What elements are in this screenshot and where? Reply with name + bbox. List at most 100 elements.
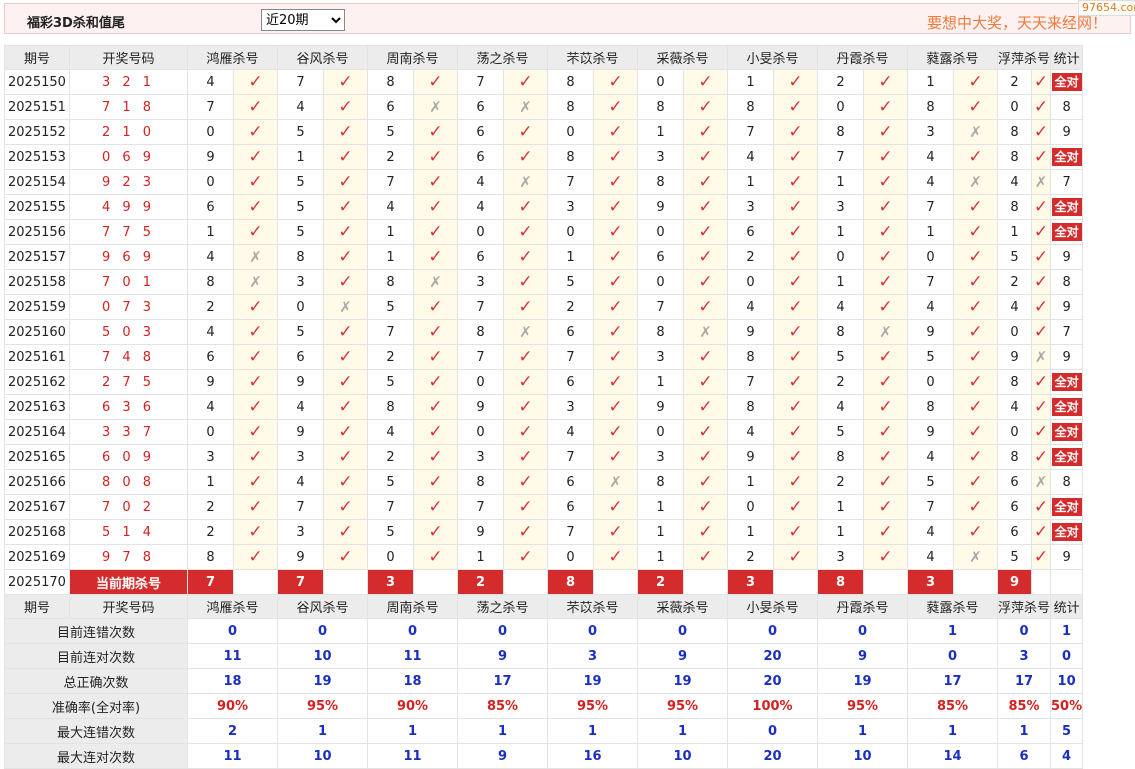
result-cell: ✓ xyxy=(683,419,728,445)
kill-number-cell: 9 xyxy=(907,419,954,445)
result-cell: ✓ xyxy=(683,269,728,295)
kill-number-cell: 9 xyxy=(637,194,684,220)
kill-number-cell: 7 xyxy=(547,344,594,370)
all-correct-badge: 全对 xyxy=(1051,398,1082,416)
period-range-select[interactable]: 近20期 xyxy=(261,9,345,31)
result-cell: ✓ xyxy=(953,219,998,245)
check-icon: ✓ xyxy=(968,397,983,417)
stats-value: 95% xyxy=(277,693,368,719)
kill-number-cell: 7 xyxy=(727,119,774,145)
kill-number-cell: 8 xyxy=(187,269,234,295)
result-cell: ✓ xyxy=(953,319,998,345)
check-icon: ✓ xyxy=(608,397,623,417)
kill-number-cell: 9 xyxy=(997,344,1032,370)
result-cell: ✓ xyxy=(1030,519,1052,545)
result-cell: ✓ xyxy=(503,419,548,445)
draw-number-cell: 7 4 8 xyxy=(69,344,188,370)
stats-value: 16 xyxy=(547,743,638,769)
kill-number-cell: 4 xyxy=(817,394,864,420)
table-header-row: 期号 开奖号码 鸿雁杀号 谷风杀号 周南杀号 荡之杀号 芣苡杀号 采薇杀号 小旻杀号 丹霞杀号 蕤露… xyxy=(4,594,1084,619)
kill-number-cell: 0 xyxy=(907,369,954,395)
check-icon: ✓ xyxy=(788,97,803,117)
check-icon: ✓ xyxy=(968,422,983,442)
check-icon: ✓ xyxy=(338,497,353,517)
kill-number-cell: 2 xyxy=(367,344,414,370)
stats-value: 0 xyxy=(907,643,998,669)
result-cell: ✓ xyxy=(593,69,638,95)
kill-number-cell: 7 xyxy=(277,69,324,95)
stats-value: 1 xyxy=(277,718,368,744)
result-cell: ✓ xyxy=(683,494,728,520)
stats-value: 9 xyxy=(637,643,728,669)
stats-total: 0 xyxy=(1050,643,1084,669)
cross-icon: ✗ xyxy=(969,123,982,141)
draw-number-cell: 7 7 5 xyxy=(69,219,188,245)
draw-number-cell: 3 3 7 xyxy=(69,419,188,445)
draw-number-cell: 7 0 1 xyxy=(69,269,188,295)
kill-number-cell: 9 xyxy=(187,369,234,395)
table-row: 2025167 7 0 2 2 ✓ 7 ✓ 7 ✓ 7 ✓ 6 ✓ 1 ✓ 0 ✓ 1 ✓ 7 ✓ 6 ✓ 全对 xyxy=(4,494,1084,520)
all-correct-badge: 全对 xyxy=(1051,223,1082,241)
draw-number-cell: 9 6 9 xyxy=(69,244,188,270)
check-icon: ✓ xyxy=(518,347,533,367)
draw-number-cell: 0 6 9 xyxy=(69,144,188,170)
check-icon: ✓ xyxy=(1033,547,1049,567)
current-kill-number: 3 xyxy=(907,569,954,595)
result-cell: ✓ xyxy=(683,294,728,320)
check-icon: ✓ xyxy=(428,522,443,542)
check-icon: ✓ xyxy=(428,172,443,192)
check-icon: ✓ xyxy=(428,72,443,92)
result-cell: ✓ xyxy=(863,519,908,545)
kill-number-cell: 1 xyxy=(277,144,324,170)
result-cell: ✓ xyxy=(773,419,818,445)
result-cell: ✓ xyxy=(683,169,728,195)
kill-number-cell: 4 xyxy=(547,419,594,445)
kill-number-cell: 2 xyxy=(997,69,1032,95)
result-cell: ✓ xyxy=(863,444,908,470)
result-cell: ✓ xyxy=(1030,194,1052,220)
period-cell: 2025162 xyxy=(4,369,70,395)
kill-number-cell: 1 xyxy=(817,169,864,195)
kill-number-cell: 8 xyxy=(997,369,1032,395)
check-icon: ✓ xyxy=(428,297,443,317)
cross-icon: ✗ xyxy=(1034,348,1048,366)
check-icon: ✓ xyxy=(698,422,713,442)
col-header-expert: 蕤露杀号 xyxy=(907,594,998,619)
kill-number-cell: 7 xyxy=(277,494,324,520)
stats-row: 目前连对次数 11 10 11 9 3 9 20 9 0 3 0 xyxy=(4,643,1084,669)
result-cell: ✓ xyxy=(683,519,728,545)
check-icon: ✓ xyxy=(428,547,443,567)
result-cell: ✓ xyxy=(323,494,368,520)
kill-number-cell: 9 xyxy=(277,419,324,445)
all-correct-badge: 全对 xyxy=(1051,148,1082,166)
empty-cell xyxy=(503,569,548,595)
check-icon: ✓ xyxy=(968,97,983,117)
cross-icon: ✗ xyxy=(1034,173,1048,191)
period-cell: 2025155 xyxy=(4,194,70,220)
result-cell: ✓ xyxy=(953,444,998,470)
check-icon: ✓ xyxy=(518,122,533,142)
result-cell: ✗ xyxy=(863,319,908,345)
check-icon: ✓ xyxy=(338,247,353,267)
check-icon: ✓ xyxy=(608,372,623,392)
check-icon: ✓ xyxy=(518,247,533,267)
check-icon: ✓ xyxy=(698,122,713,142)
cross-icon: ✗ xyxy=(969,173,982,191)
result-cell: ✓ xyxy=(233,444,278,470)
table-row: 2025151 7 1 8 7 ✓ 4 ✓ 6 ✗ 6 ✗ 8 ✓ 8 ✓ 8 ✓ 0 ✓ 8 ✓ 0 ✓ 8 xyxy=(4,94,1084,120)
kill-number-cell: 9 xyxy=(637,394,684,420)
kill-number-cell: 8 xyxy=(547,144,594,170)
check-icon: ✓ xyxy=(338,547,353,567)
empty-cell xyxy=(323,569,368,595)
kill-number-cell: 3 xyxy=(277,519,324,545)
current-kill-number: 8 xyxy=(547,569,594,595)
check-icon: ✓ xyxy=(338,522,353,542)
check-icon: ✓ xyxy=(1033,497,1049,517)
stats-row: 总正确次数 18 19 18 17 19 19 20 19 17 17 10 xyxy=(4,668,1084,694)
kill-number-cell: 3 xyxy=(277,269,324,295)
check-icon: ✓ xyxy=(428,347,443,367)
stats-total: 4 xyxy=(1050,743,1084,769)
kill-number-cell: 4 xyxy=(277,94,324,120)
col-header-expert: 采薇杀号 xyxy=(637,45,728,70)
check-icon: ✓ xyxy=(248,172,263,192)
